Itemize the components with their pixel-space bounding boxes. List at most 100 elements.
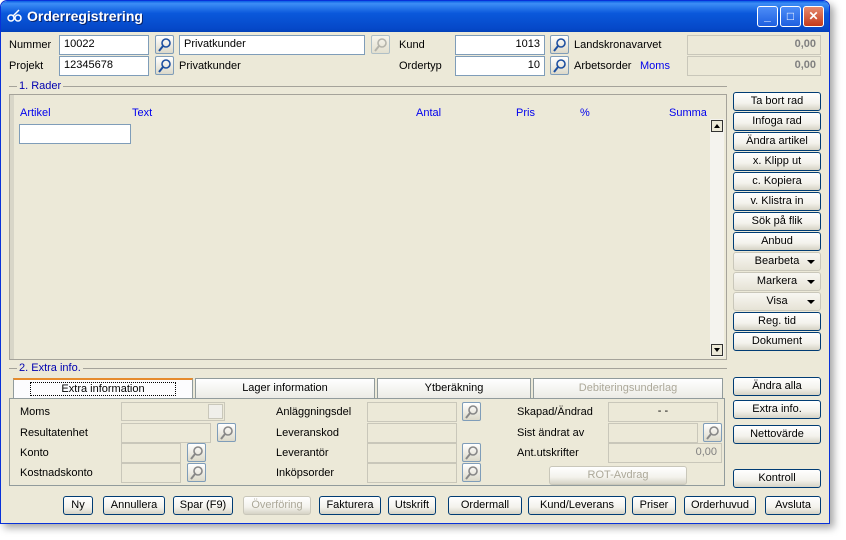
kund-leverans-button[interactable]: Kund/Leverans bbox=[528, 496, 626, 515]
scroll-up-button[interactable] bbox=[711, 120, 723, 132]
kostnadskonto-lookup-button[interactable] bbox=[187, 463, 206, 482]
app-icon bbox=[7, 9, 23, 23]
skapad-label: Skapad/Ändrad bbox=[517, 406, 593, 418]
anlaggningsdel-field[interactable] bbox=[367, 402, 457, 422]
chevron-down-icon bbox=[208, 404, 223, 419]
grid-scrollbar[interactable] bbox=[710, 119, 724, 357]
orderhuvud-button[interactable]: Orderhuvud bbox=[684, 496, 756, 515]
magnifier-icon bbox=[190, 466, 203, 480]
column-header-text[interactable]: Text bbox=[132, 107, 152, 119]
inkopsorder-lookup-button[interactable] bbox=[462, 463, 481, 482]
andra-alla-button[interactable]: Ändra alla bbox=[733, 377, 821, 396]
leverantor-label: Leverantör bbox=[276, 447, 329, 459]
spar-button[interactable]: Spar (F9) bbox=[173, 496, 233, 515]
andra-artikel-button[interactable]: Ändra artikel bbox=[733, 132, 821, 151]
order-window: Orderregistrering _ □ ✕ Nummer 10022 Pri… bbox=[0, 0, 830, 524]
kund-field[interactable]: 1013 bbox=[455, 35, 545, 55]
column-header-percent[interactable]: % bbox=[580, 107, 590, 119]
sok-pa-flik-button[interactable]: Sök på flik bbox=[733, 212, 821, 231]
leverantor-lookup-button[interactable] bbox=[462, 443, 481, 462]
anlaggningsdel-lookup-button[interactable] bbox=[462, 402, 481, 421]
column-header-summa[interactable]: Summa bbox=[669, 107, 707, 119]
column-header-antal[interactable]: Antal bbox=[416, 107, 441, 119]
extra-info-button[interactable]: Extra info. bbox=[733, 400, 821, 419]
nummer-name-lookup-button[interactable] bbox=[371, 35, 390, 54]
visa-menu-button[interactable]: Visa bbox=[733, 292, 821, 311]
nettovarde-button[interactable]: Nettovärde bbox=[733, 425, 821, 444]
magnifier-icon bbox=[190, 446, 203, 460]
magnifier-icon bbox=[220, 426, 233, 440]
projekt-field[interactable]: 12345678 bbox=[59, 56, 149, 76]
visa-label: Visa bbox=[766, 295, 788, 307]
klipp-ut-button[interactable]: x. Klipp ut bbox=[733, 152, 821, 171]
ny-button[interactable]: Ny bbox=[63, 496, 93, 515]
ordertyp-label: Ordertyp bbox=[399, 60, 442, 72]
kund-lookup-button[interactable] bbox=[550, 35, 569, 54]
scroll-down-button[interactable] bbox=[711, 344, 723, 356]
tab-label: Extra information bbox=[30, 382, 176, 396]
moms-link[interactable]: Moms bbox=[640, 60, 670, 72]
extra-section-line bbox=[9, 368, 727, 369]
rot-avdrag-button[interactable]: ROT-Avdrag bbox=[549, 466, 687, 485]
leveranskod-field[interactable] bbox=[367, 423, 457, 443]
annullera-button[interactable]: Annullera bbox=[103, 496, 165, 515]
konto-lookup-button[interactable] bbox=[187, 443, 206, 462]
overforing-button[interactable]: Överföring bbox=[243, 496, 311, 515]
column-header-pris[interactable]: Pris bbox=[516, 107, 535, 119]
arrow-down-icon bbox=[714, 348, 720, 352]
avsluta-button[interactable]: Avsluta bbox=[765, 496, 821, 515]
sist-andrat-lookup-button[interactable] bbox=[703, 423, 722, 442]
klistra-in-button[interactable]: v. Klistra in bbox=[733, 192, 821, 211]
moms-select[interactable] bbox=[121, 402, 225, 421]
kopiera-button[interactable]: c. Kopiera bbox=[733, 172, 821, 191]
leverantor-field[interactable] bbox=[367, 443, 457, 463]
kostnadskonto-field[interactable] bbox=[121, 463, 181, 483]
nummer-lookup-button[interactable] bbox=[155, 35, 174, 54]
projekt-name-label: Privatkunder bbox=[179, 60, 241, 72]
dokument-button[interactable]: Dokument bbox=[733, 332, 821, 351]
close-button[interactable]: ✕ bbox=[803, 6, 824, 27]
inkopsorder-field[interactable] bbox=[367, 463, 457, 483]
resultatenhet-field[interactable] bbox=[121, 423, 211, 443]
tab-lager-information[interactable]: Lager information bbox=[195, 378, 375, 398]
fakturera-button[interactable]: Fakturera bbox=[319, 496, 381, 515]
ordermall-button[interactable]: Ordermall bbox=[448, 496, 522, 515]
column-header-artikel[interactable]: Artikel bbox=[20, 107, 51, 119]
reg-tid-button[interactable]: Reg. tid bbox=[733, 312, 821, 331]
window-title: Orderregistrering bbox=[27, 8, 143, 24]
projekt-lookup-button[interactable] bbox=[155, 56, 174, 75]
nummer-field[interactable]: 10022 bbox=[59, 35, 149, 55]
nummer-name-field[interactable]: Privatkunder bbox=[179, 35, 365, 55]
kund-name-label: Landskronavarvet bbox=[574, 39, 662, 51]
tab-ytberakning[interactable]: Ytberäkning bbox=[377, 378, 531, 398]
title-bar[interactable]: Orderregistrering _ □ ✕ bbox=[1, 1, 829, 32]
tab-debiteringsunderlag[interactable]: Debiteringsunderlag bbox=[533, 378, 723, 398]
konto-field[interactable] bbox=[121, 443, 181, 463]
grid-row-marker bbox=[10, 95, 14, 359]
ta-bort-rad-button[interactable]: Ta bort rad bbox=[733, 92, 821, 111]
bearbeta-menu-button[interactable]: Bearbeta bbox=[733, 252, 821, 271]
markera-label: Markera bbox=[756, 275, 798, 287]
kontroll-button[interactable]: Kontroll bbox=[733, 469, 821, 488]
utskrift-button[interactable]: Utskrift bbox=[388, 496, 436, 515]
minimize-button[interactable]: _ bbox=[757, 6, 778, 27]
markera-menu-button[interactable]: Markera bbox=[733, 272, 821, 291]
ordertyp-lookup-button[interactable] bbox=[550, 56, 569, 75]
maximize-button[interactable]: □ bbox=[780, 6, 801, 27]
ordertyp-field[interactable]: 10 bbox=[455, 56, 545, 76]
artikel-cell-input[interactable] bbox=[19, 124, 131, 144]
leveranskod-label: Leveranskod bbox=[276, 427, 339, 439]
rows-section-line bbox=[9, 86, 727, 87]
projekt-label: Projekt bbox=[9, 60, 44, 72]
extra-tab-panel: Extra information Lager information Ytbe… bbox=[9, 378, 727, 488]
tab-extra-information[interactable]: Extra information bbox=[13, 378, 193, 398]
anbud-button[interactable]: Anbud bbox=[733, 232, 821, 251]
resultatenhet-lookup-button[interactable] bbox=[217, 423, 236, 442]
priser-button[interactable]: Priser bbox=[632, 496, 676, 515]
sist-andrat-label: Sist ändrat av bbox=[517, 427, 585, 439]
moms-label: Moms bbox=[20, 406, 50, 418]
close-icon: ✕ bbox=[808, 9, 819, 23]
infoga-rad-button[interactable]: Infoga rad bbox=[733, 112, 821, 131]
kund-label: Kund bbox=[399, 39, 425, 51]
magnifier-icon bbox=[465, 466, 478, 480]
